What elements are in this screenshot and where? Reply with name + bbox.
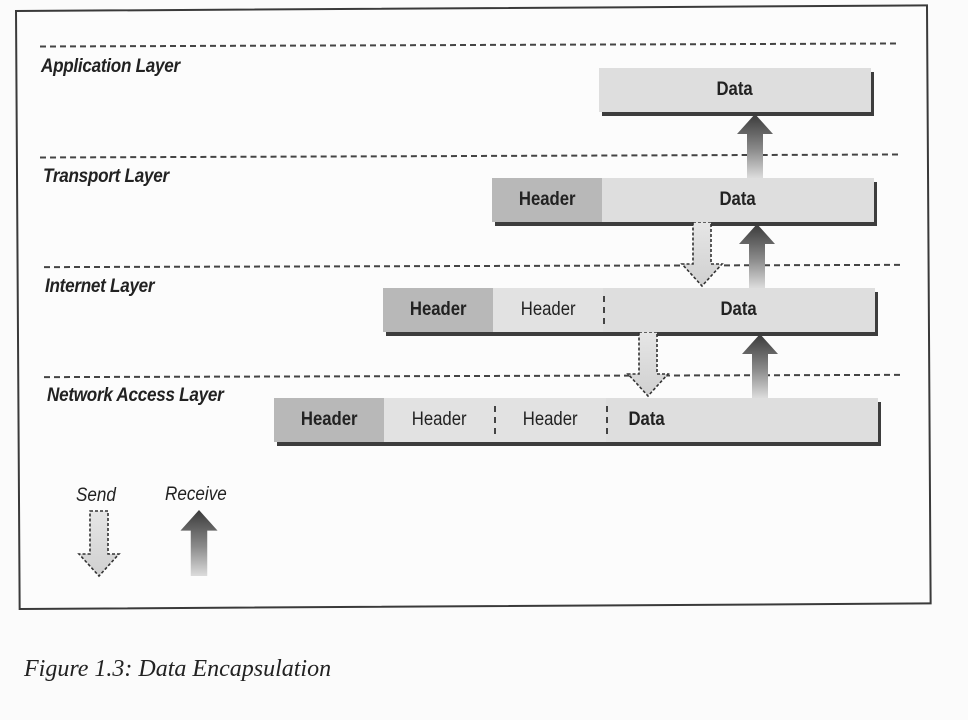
internet-layer-label: Internet Layer [45,276,155,297]
header-label: Header [409,299,467,320]
header-label: Header [411,409,467,430]
header-label: Header [522,409,578,430]
data-segment: Data [603,288,875,332]
receive-legend-arrow-icon [180,510,218,576]
data-segment: Data [599,68,871,112]
internet-packet: Header Header Data [383,288,875,332]
send-legend-arrow-icon [77,510,121,578]
data-label: Data [716,79,754,100]
network-header-segment: Header [274,398,384,442]
transport-header-segment: Header [493,288,603,332]
receive-arrow-icon [737,114,773,178]
data-label: Data [720,299,758,320]
receive-arrow-icon [742,334,778,398]
send-arrow-icon [680,222,724,288]
network-access-packet: Header Header Header Data [274,398,878,442]
data-label: Data [719,189,757,210]
header-label: Header [520,299,576,320]
send-arrow-icon [626,332,670,398]
figure-caption: Figure 1.3: Data Encapsulation [24,656,332,682]
network-access-layer-label: Network Access Layer [47,385,224,406]
send-legend-label: Send [76,485,116,506]
internet-header-segment: Header [383,288,493,332]
header-label: Header [300,409,358,430]
application-layer-label: Application Layer [41,56,180,77]
transport-layer-label: Transport Layer [43,166,169,187]
application-packet: Data [599,68,871,112]
transport-packet: Header Data [492,178,874,222]
data-segment: Data [606,398,878,442]
transport-header-segment: Header [492,178,602,222]
header-label: Header [518,189,576,210]
receive-legend-label: Receive [165,484,227,505]
data-label: Data [628,409,665,430]
transport-header-segment: Header [494,398,606,442]
receive-arrow-icon [739,224,775,288]
internet-header-segment: Header [384,398,494,442]
data-segment: Data [602,178,874,222]
